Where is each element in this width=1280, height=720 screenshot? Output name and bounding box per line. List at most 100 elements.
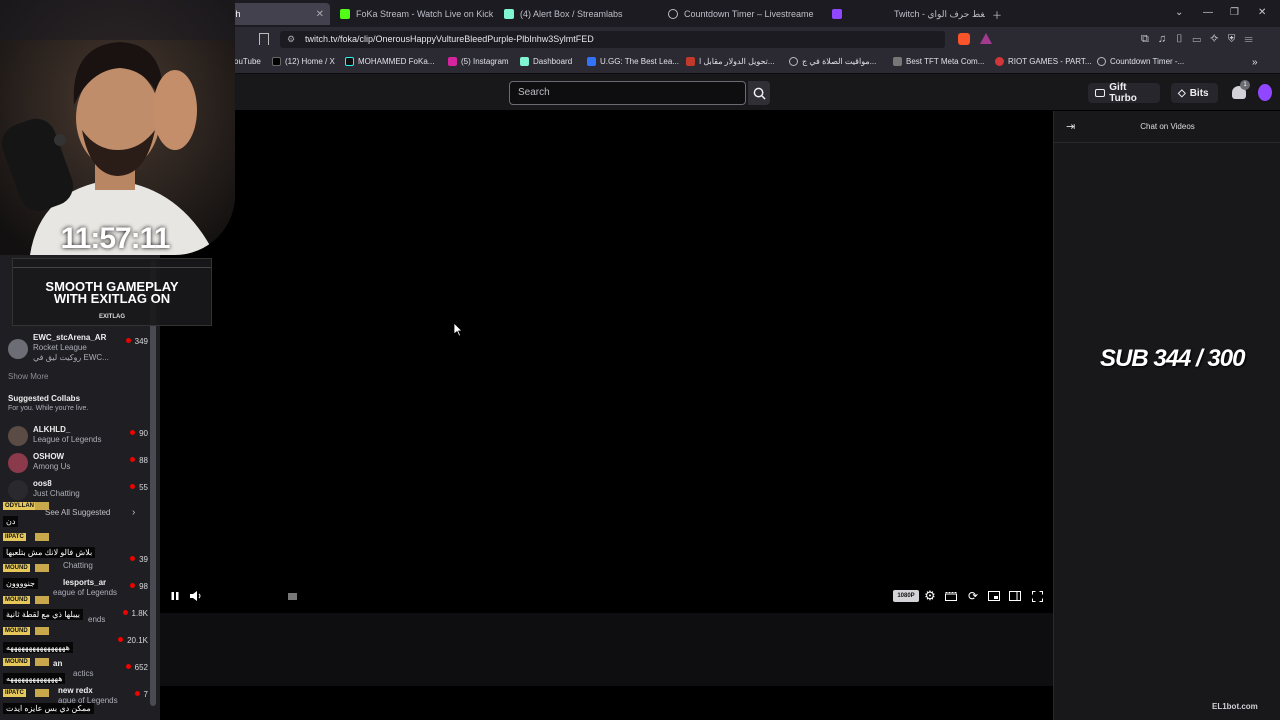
sub-badge xyxy=(35,502,49,510)
riot-icon xyxy=(995,57,1004,66)
chevron-right-icon[interactable]: › xyxy=(132,507,135,518)
bookmark-ugg[interactable]: U.GG: The Best Lea... xyxy=(587,57,679,66)
bookmark-label: U.GG: The Best Lea... xyxy=(600,57,679,66)
maximize-icon[interactable]: ❐ xyxy=(1230,7,1239,18)
clip-editor-button[interactable] xyxy=(944,589,958,603)
show-more-link[interactable]: Show More xyxy=(8,372,48,381)
chat-panel: ⇥ Chat on Videos xyxy=(1053,111,1280,720)
streamer-webcam-image xyxy=(0,0,235,255)
chat-user-badge: ODYLLAN xyxy=(3,502,36,510)
bookmark-x[interactable]: (12) Home / X xyxy=(272,57,335,66)
bookmark-tft[interactable]: Best TFT Meta Com... xyxy=(893,57,984,66)
extension-icons[interactable]: ⧉♫▯▭✧⛨☰ xyxy=(1141,33,1262,46)
more-bookmarks-icon[interactable]: » xyxy=(1252,57,1258,68)
ad-top-strip xyxy=(13,262,211,268)
clip-button[interactable] xyxy=(285,589,299,603)
avatar[interactable] xyxy=(1258,84,1272,101)
chat-user-badge: MOUND xyxy=(3,627,30,635)
search-input[interactable]: Search xyxy=(509,81,746,105)
new-tab-icon[interactable]: ＋ xyxy=(992,7,1002,22)
tab-streamlabs[interactable]: (4) Alert Box / Streamlabs xyxy=(502,3,660,25)
x-icon xyxy=(272,57,281,66)
tab-label: Twitch - اضغط حرف الواي xyxy=(894,8,985,19)
bookmark-dashboard[interactable]: Dashboard xyxy=(520,57,572,66)
bookmark-countdown[interactable]: Countdown Timer -... xyxy=(1097,57,1184,66)
tab-label: Countdown Timer – Livestreamer Hu xyxy=(684,9,814,19)
exitlag-ad-banner: SMOOTH GAMEPLAY WITH EXITLAG ON EXITLAG xyxy=(12,258,212,326)
bookmark-label: Countdown Timer -... xyxy=(1110,57,1185,66)
settings-icon[interactable]: ⚙ xyxy=(923,588,937,603)
close-tab-icon[interactable]: ✕ xyxy=(316,9,324,20)
bookmark-tiktok[interactable]: MOHAMMED FoKa... xyxy=(345,57,434,66)
clip-icon xyxy=(287,592,297,600)
viewer-count: 98 xyxy=(130,582,148,591)
avatar xyxy=(8,453,28,473)
sidebar-channel[interactable]: oos8 Just Chatting 55 xyxy=(8,479,148,503)
turbo-icon xyxy=(1095,89,1106,97)
volume-button[interactable] xyxy=(189,589,203,603)
url-field[interactable]: ⚙ twitch.tv/foka/clip/OnerousHappyVultur… xyxy=(280,31,945,48)
tab-kick[interactable]: FoKa Stream - Watch Live on Kick xyxy=(338,3,498,25)
bookmark-label: (12) Home / X xyxy=(285,57,335,66)
ad-headline-2: WITH EXITLAG ON xyxy=(53,291,171,306)
channel-game: Chatting xyxy=(63,561,93,570)
bookmark-instagram[interactable]: (5) Instagram xyxy=(448,57,509,66)
bookmark-label: MOHAMMED FoKa... xyxy=(358,57,435,66)
bookmark-prayer[interactable]: مواقيت الصلاة في ج... xyxy=(789,57,876,66)
bookmark-youtube[interactable]: ouTube xyxy=(234,57,261,66)
webcam-overlay xyxy=(0,0,235,255)
chat-message: بيبلها ذي مع لقطة ثانية xyxy=(3,609,84,620)
globe-icon xyxy=(789,57,798,66)
viewer-count: 39 xyxy=(130,555,148,564)
tab-twitch-2[interactable]: Twitch - اضغط حرف الواي xyxy=(830,3,985,25)
pip-button[interactable] xyxy=(987,589,1001,603)
see-all-suggested-link[interactable]: See All Suggested xyxy=(45,508,110,517)
bookmark-label: تحويل الدولار مقابل ا... xyxy=(699,57,775,66)
bookmark-label: Dashboard xyxy=(533,57,573,66)
search-button[interactable] xyxy=(748,81,770,105)
sidebar-channel[interactable]: OSHOW Among Us 88 xyxy=(8,452,148,476)
bookmark-label: ouTube xyxy=(234,57,261,66)
minimize-icon[interactable]: — xyxy=(1203,7,1213,18)
bits-button[interactable]: ◇ Bits xyxy=(1171,83,1218,103)
viewer-count: 349 xyxy=(126,337,148,346)
sub-badge xyxy=(35,564,49,572)
close-window-icon[interactable]: ✕ xyxy=(1258,7,1266,18)
bookmark-icon[interactable] xyxy=(259,33,269,45)
sidebar-scrollbar[interactable] xyxy=(150,260,156,706)
brave-shield-icon[interactable] xyxy=(958,33,970,45)
sidebar-channel[interactable]: EWC_stcArena_AR Rocket League روكيت ليق … xyxy=(8,333,148,365)
chat-user-badge: IIPATC xyxy=(3,689,26,697)
bits-label: Bits xyxy=(1189,87,1209,99)
bookmark-currency[interactable]: تحويل الدولار مقابل ا... xyxy=(686,57,775,66)
fullscreen-button[interactable] xyxy=(1030,589,1044,603)
chevron-down-icon[interactable]: ⌄ xyxy=(1175,7,1183,18)
gift-turbo-label: Gift Turbo xyxy=(1109,82,1137,104)
pip-icon xyxy=(988,591,1000,601)
bookmark-riot[interactable]: RIOT GAMES - PART... xyxy=(995,57,1092,66)
bookmark-label: RIOT GAMES - PART... xyxy=(1008,57,1092,66)
shield-icon xyxy=(686,57,695,66)
chat-user-badge: MOUND xyxy=(3,596,30,604)
mini-player-icon[interactable]: ⟳ xyxy=(966,589,980,603)
sidebar-channel[interactable]: ALKHLD_ League of Legends 90 xyxy=(8,425,148,449)
chat-message: ممكن دي بس عايزه ايدت xyxy=(3,703,94,714)
gift-turbo-button[interactable]: Gift Turbo xyxy=(1088,82,1160,104)
collabs-subtitle: For you. While you're live. xyxy=(8,405,89,412)
site-settings-icon[interactable]: ⚙ xyxy=(287,31,295,48)
pause-button[interactable] xyxy=(168,589,182,603)
theatre-mode-button[interactable] xyxy=(1008,589,1022,603)
tab-label: FoKa Stream - Watch Live on Kick xyxy=(356,9,494,19)
search-icon xyxy=(753,87,766,100)
bookmark-label: مواقيت الصلاة في ج... xyxy=(802,57,877,66)
sub-badge xyxy=(35,627,49,635)
tab-countdown[interactable]: Countdown Timer – Livestreamer Hu xyxy=(666,3,814,25)
channel-game: Rocket League xyxy=(33,343,87,352)
twitch-icon xyxy=(832,9,842,19)
channel-game: actics xyxy=(73,669,94,678)
sub-badge xyxy=(35,689,49,697)
brave-rewards-icon[interactable] xyxy=(980,33,992,44)
pause-icon xyxy=(171,592,179,600)
tab-label: (4) Alert Box / Streamlabs xyxy=(520,9,623,19)
video-player[interactable] xyxy=(160,111,1053,613)
